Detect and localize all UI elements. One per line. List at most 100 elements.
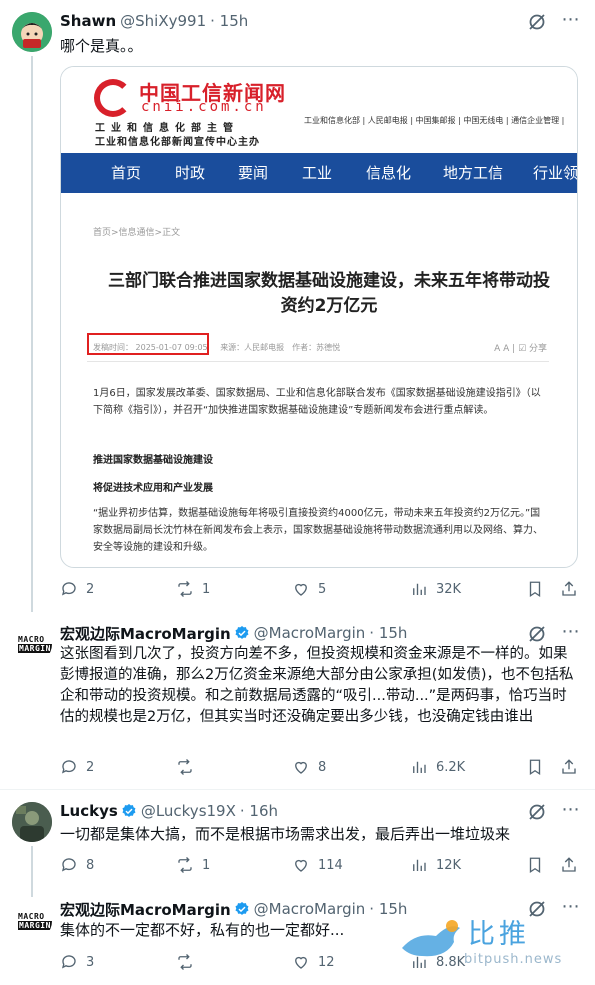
site-sub2: 工业和信息化部新闻宣传中心主办 [95, 137, 260, 148]
tweet-actions: 8 1 114 12K [60, 856, 581, 876]
article-image[interactable]: 中国工信新闻网 cnii.com.cn 工业和信息化部主管 工业和信息化部新闻宣… [60, 66, 578, 568]
views-button[interactable]: 32K [410, 580, 461, 598]
reply-icon [61, 582, 76, 596]
more-options-icon[interactable]: ⋯ [561, 801, 581, 822]
tweet-shawn[interactable]: Shawn @ShiXy991 · 15h ⋯ 哪个是真。。 中国工信新闻网 c… [0, 0, 595, 612]
article-meta: 发稿时间： 2025-01-07 09:05 来源：人民邮电报 作者：苏德悦 [93, 342, 340, 353]
avatar[interactable] [12, 802, 52, 842]
views-icon [413, 859, 426, 871]
bookmark-button[interactable] [526, 758, 552, 776]
verified-badge-icon[interactable] [234, 901, 250, 917]
like-button[interactable]: 8 [292, 758, 326, 776]
avatar-text: MARGIN [18, 644, 52, 653]
tweet-macromargin-reply[interactable]: MACRO MARGIN 宏观边际MacroMargin @MacroMargi… [0, 612, 595, 790]
repost-count: 1 [202, 857, 211, 873]
reply-button[interactable]: 8 [60, 856, 94, 874]
avatar-text: MACRO [18, 912, 45, 921]
like-count: 12 [318, 954, 335, 970]
more-options-icon[interactable]: ⋯ [561, 623, 581, 644]
avatar[interactable] [12, 12, 52, 52]
author-handle[interactable]: @ShiXy991 [120, 12, 206, 30]
article-paragraph: “据业界初步估算，数据基础设施每年将吸引直接投资约4000亿元，带动未来五年投资… [93, 508, 543, 553]
article-title: 三部门联合推进国家数据基础设施建设，未来五年将带动投资约2万亿元 [108, 271, 550, 316]
site-domain: cnii.com.cn [141, 99, 267, 115]
like-button[interactable]: 5 [292, 580, 326, 598]
tweet-header: Luckys @Luckys19X · 16h [60, 800, 545, 822]
author-name[interactable]: 宏观边际MacroMargin [60, 899, 231, 920]
like-count: 114 [318, 857, 343, 873]
author-handle[interactable]: @MacroMargin [254, 900, 366, 918]
more-options-icon[interactable]: ⋯ [561, 11, 581, 32]
reply-button[interactable]: 2 [60, 580, 94, 598]
heart-icon [295, 859, 307, 872]
site-navbar: 首页 时政 要闻 工业 信息化 地方工信 行业领 [61, 153, 577, 193]
grok-icon[interactable] [527, 802, 547, 822]
share-icon [562, 581, 576, 596]
repost-button[interactable] [176, 953, 202, 971]
author-name[interactable]: 宏观边际MacroMargin [60, 623, 231, 644]
author-name[interactable]: Shawn [60, 12, 116, 30]
share-icon [562, 857, 576, 872]
thread-line [31, 56, 33, 612]
nav-item: 要闻 [238, 164, 269, 182]
reply-button[interactable]: 2 [60, 758, 94, 776]
watermark-url: bitpush.news [464, 952, 563, 967]
avatar[interactable]: MACRO MARGIN [12, 624, 52, 664]
share-icon [562, 759, 576, 774]
reply-count: 2 [86, 581, 95, 597]
timestamp[interactable]: · 15h [210, 12, 248, 30]
avatar-photo-icon [12, 802, 52, 842]
views-button[interactable]: 12K [410, 856, 461, 874]
bitpush-watermark: 比推 bitpush.news [396, 912, 586, 972]
reply-button[interactable]: 3 [60, 953, 94, 971]
share-button[interactable] [560, 856, 586, 874]
nav-item: 时政 [175, 164, 206, 182]
timestamp[interactable]: · 16h [240, 802, 278, 820]
repost-count: 1 [202, 581, 211, 597]
views-button[interactable]: 6.2K [410, 758, 465, 776]
nav-item: 地方工信 [443, 164, 504, 182]
site-top-links: 工业和信息化部 | 人民邮电报 | 中国集邮报 | 中国无线电 | 通信企业管理… [304, 116, 565, 125]
thread-line [31, 846, 33, 897]
verified-badge-icon[interactable] [121, 803, 137, 819]
reply-count: 8 [86, 857, 95, 873]
repost-button[interactable] [176, 758, 202, 776]
bookmark-icon [529, 857, 541, 874]
like-button[interactable]: 12 [292, 953, 335, 971]
grok-icon[interactable] [527, 624, 547, 644]
tweet-text: 一切都是集体大搞，而不是根据市场需求出发，最后弄出一堆垃圾来 [60, 825, 511, 843]
reply-icon [61, 760, 76, 774]
repost-icon [178, 759, 192, 775]
author-name[interactable]: Luckys [60, 802, 118, 820]
site-logo-icon [94, 79, 132, 117]
tweet-text: 这张图看到几次了，投资方向差不多，但投资规模和资金来源是不一样的。如果彭博报道的… [60, 646, 574, 725]
views-icon [413, 583, 426, 595]
author-handle[interactable]: @MacroMargin [254, 624, 366, 642]
grok-icon[interactable] [527, 12, 547, 32]
like-count: 5 [318, 581, 327, 597]
bookmark-button[interactable] [526, 856, 552, 874]
tweet-luckys[interactable]: Luckys @Luckys19X · 16h ⋯ 一切都是集体大搞，而不是根据… [0, 790, 595, 897]
like-button[interactable]: 114 [292, 856, 343, 874]
verified-badge-icon[interactable] [234, 625, 250, 641]
avatar-cartoon-icon [12, 12, 52, 52]
author-handle[interactable]: @Luckys19X [141, 802, 236, 820]
repost-button[interactable]: 1 [176, 856, 210, 874]
share-button[interactable] [560, 580, 586, 598]
breadcrumb: 首页>信息通信>正文 [93, 228, 181, 238]
tweet-header: Shawn @ShiXy991 · 15h [60, 10, 545, 32]
avatar-text: MARGIN [18, 921, 52, 930]
reply-count: 2 [86, 759, 95, 775]
timestamp[interactable]: · 15h [369, 624, 407, 642]
share-button[interactable] [560, 758, 586, 776]
reply-count: 3 [86, 954, 95, 970]
view-count: 6.2K [436, 759, 466, 775]
avatar[interactable]: MACRO MARGIN [12, 901, 52, 941]
heart-icon [295, 956, 307, 969]
repost-icon [178, 954, 192, 970]
repost-button[interactable]: 1 [176, 580, 210, 598]
bookmark-button[interactable] [526, 580, 552, 598]
watermark-text: 比推 [468, 919, 530, 950]
tweet-actions: 2 1 5 32K [60, 580, 581, 600]
nav-item: 工业 [302, 164, 333, 182]
